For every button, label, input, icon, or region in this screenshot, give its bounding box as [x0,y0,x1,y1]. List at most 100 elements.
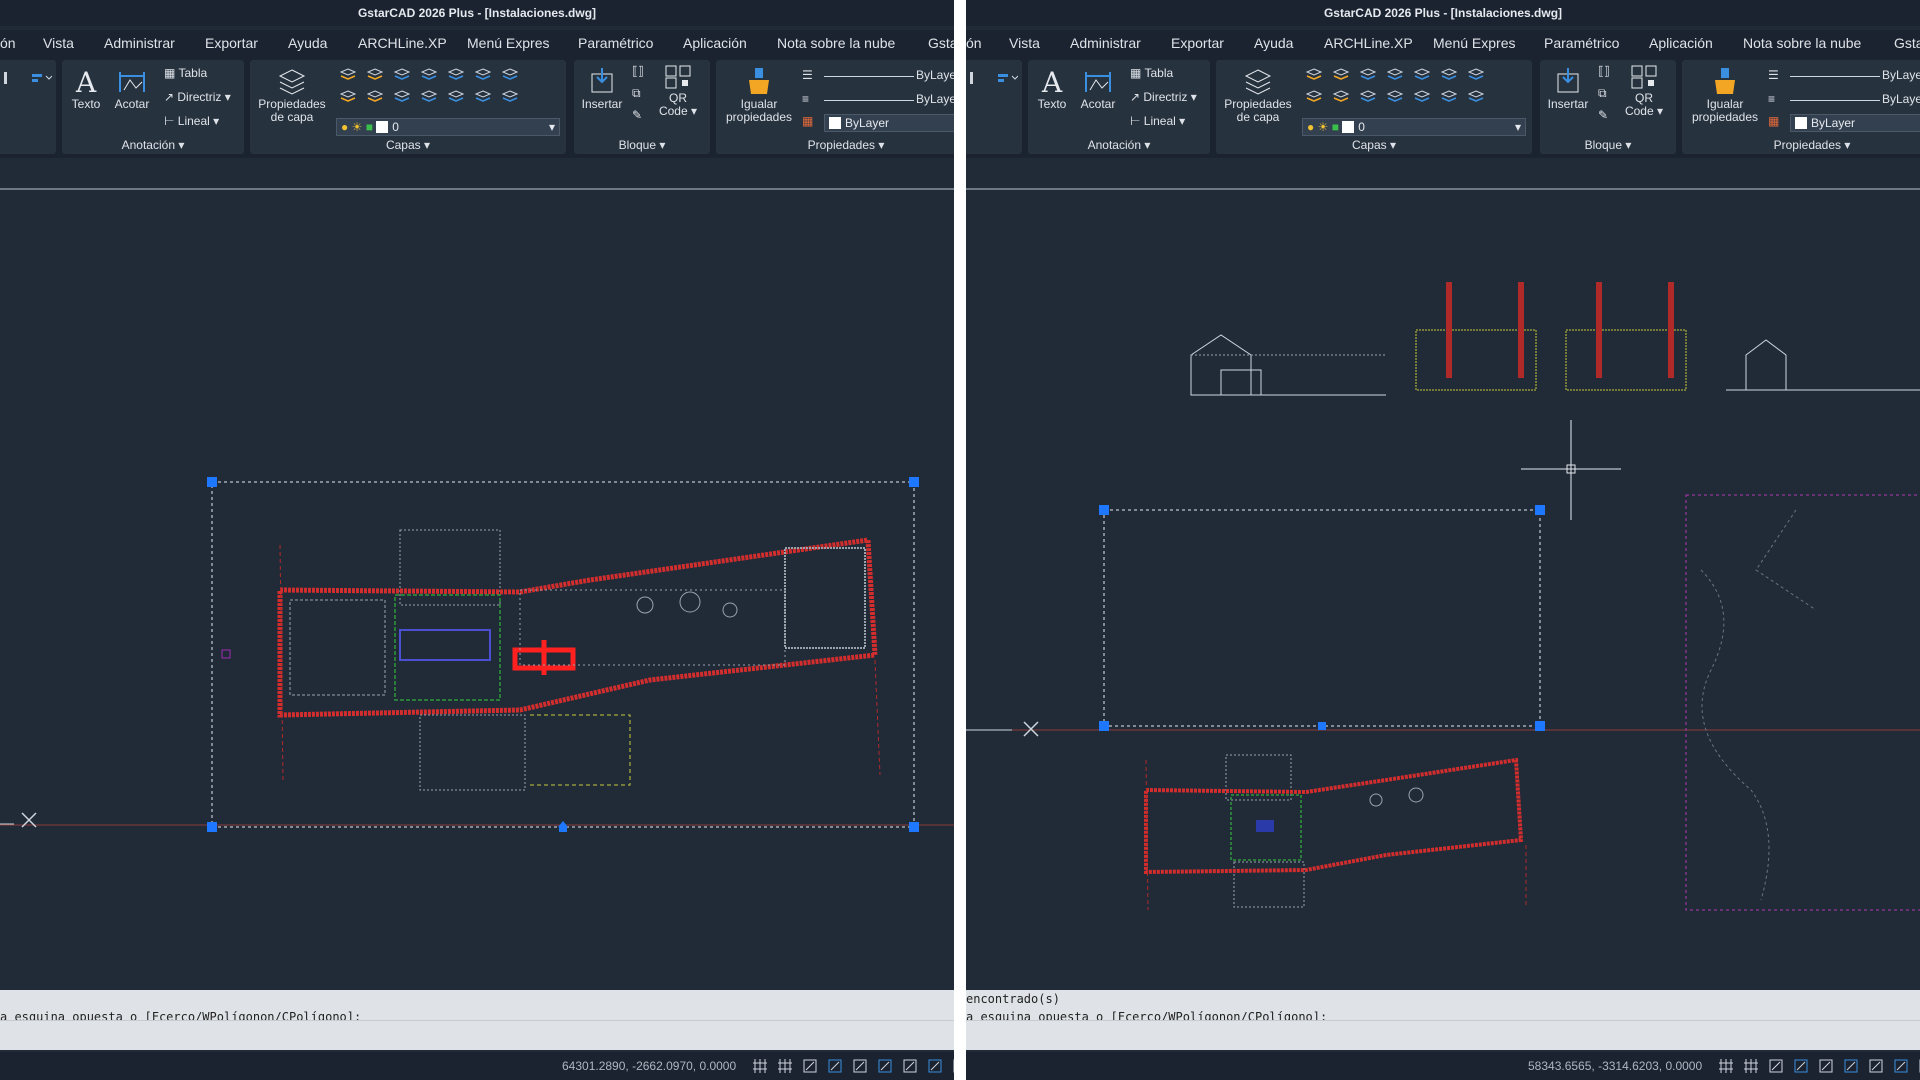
layer-tool-icon[interactable] [367,68,383,82]
texto-button[interactable]: A Texto [68,66,104,111]
layer-tool-icon[interactable] [340,90,356,104]
grip-top-right[interactable] [909,477,919,487]
directriz-button[interactable]: ↗ Directriz ▾ [164,90,231,104]
layer-tool-icon[interactable] [1306,90,1322,104]
propiedades-capa-button[interactable]: Propiedades de capa [1220,66,1296,124]
layer-tool-icon[interactable] [1468,90,1484,104]
grid-icon[interactable] [777,1058,793,1074]
grip-bottom-left[interactable] [1099,721,1109,731]
layer-tool-icon[interactable] [1468,68,1484,82]
linetype-icon[interactable]: ≡ [1768,92,1775,106]
layer-dropdown[interactable]: ● ☀ ■ 0 ▾ [1302,118,1526,136]
layer-tool-icon[interactable] [1441,90,1457,104]
block-edit-icon[interactable]: ⟦⟧ [1598,64,1610,78]
insertar-button[interactable]: Insertar [1544,66,1592,111]
snap-icon[interactable] [1768,1058,1784,1074]
menu-item-parametrico[interactable]: Paramétrico [1544,30,1619,56]
otrack-icon[interactable] [1868,1058,1884,1074]
grip-top-left[interactable] [207,477,217,487]
polar-icon[interactable] [1818,1058,1834,1074]
menu-item-ayuda[interactable]: Ayuda [1254,30,1293,56]
tabla-button[interactable]: ▦ Tabla [1130,66,1173,80]
menu-item-ayuda[interactable]: Ayuda [288,30,327,56]
menu-item-aplicacion[interactable]: Aplicación [683,30,747,56]
linetype-icon[interactable]: ≡ [802,92,809,106]
cad-drawing[interactable] [0,190,954,985]
menu-item-gstarcad[interactable]: Gsta [1894,30,1920,56]
menu-item-truncated[interactable]: ón [0,30,16,56]
lineal-button[interactable]: ⊢ Lineal ▾ [164,114,219,128]
block-create-icon[interactable]: ⧉ [1598,86,1607,101]
igualar-propiedades-button[interactable]: Igualar propiedades [720,66,798,124]
menu-item-archline[interactable]: ARCHLine.XP [1324,30,1413,56]
site-plan[interactable] [1144,754,1527,911]
qr-code-button[interactable]: QR Code ▾ [1622,64,1666,118]
qr-code-button[interactable]: QR Code ▾ [656,64,700,118]
color-palette-icon[interactable]: ▦ [802,114,813,128]
grip-bottom-mid[interactable] [558,821,568,827]
acotar-button[interactable]: Acotar [112,66,152,111]
layer-tool-icon[interactable] [475,68,491,82]
layer-tool-icon[interactable] [475,90,491,104]
layer-dropdown[interactable]: ● ☀ ■ 0 ▾ [336,118,560,136]
grip-bottom-left[interactable] [207,822,217,832]
menu-item-aplicacion[interactable]: Aplicación [1649,30,1713,56]
grid-icon[interactable] [1743,1058,1759,1074]
layer-tool-icon[interactable] [1360,68,1376,82]
linetype-value[interactable]: ByLayer [916,92,954,106]
grip-top-left[interactable] [1099,505,1109,515]
block-attribute-icon[interactable]: ✎ [632,108,642,122]
layer-tool-icon[interactable] [1333,90,1349,104]
align-icon[interactable] [2,70,52,86]
menu-item-menu-expres[interactable]: Menú Expres [1433,30,1515,56]
layer-tool-icon[interactable] [1333,68,1349,82]
panel-title-capas[interactable]: Capas ▾ [1216,138,1532,152]
panel-title-anotacion[interactable]: Anotación ▾ [62,138,244,152]
layer-tool-icon[interactable] [1414,90,1430,104]
directriz-button[interactable]: ↗ Directriz ▾ [1130,90,1197,104]
lineweight-icon[interactable]: ☰ [802,68,813,82]
layer-tool-icon[interactable] [367,90,383,104]
align-icon[interactable] [968,70,1018,86]
panel-title-bloque[interactable]: Bloque ▾ [574,138,710,152]
layer-tool-icon[interactable] [448,90,464,104]
grip-bottom-mid[interactable] [1318,722,1326,730]
ortho-icon[interactable] [827,1058,843,1074]
block-edit-icon[interactable]: ⟦⟧ [632,64,644,78]
block-attribute-icon[interactable]: ✎ [1598,108,1608,122]
layer-tool-icon[interactable] [502,68,518,82]
cad-drawing[interactable] [966,190,1920,985]
layer-tool-icon[interactable] [394,90,410,104]
lineal-button[interactable]: ⊢ Lineal ▾ [1130,114,1185,128]
menu-item-parametrico[interactable]: Paramétrico [578,30,653,56]
tabla-button[interactable]: ▦ Tabla [164,66,207,80]
lineweight-value[interactable]: ByLayer [1882,68,1920,82]
layer-tool-icon[interactable] [448,68,464,82]
menu-item-nota-nube[interactable]: Nota sobre la nube [1743,30,1861,56]
lineweight-icon[interactable]: ☰ [1768,68,1779,82]
panel-title-anotacion[interactable]: Anotación ▾ [1028,138,1210,152]
layer-tool-icon[interactable] [1306,68,1322,82]
layer-tool-icon[interactable] [1441,68,1457,82]
grip-top-right[interactable] [1535,505,1545,515]
layer-tool-icon[interactable] [502,90,518,104]
menu-item-exportar[interactable]: Exportar [205,30,258,56]
panel-title-propiedades[interactable]: Propiedades ▾ [1682,138,1920,152]
command-input[interactable] [0,1020,954,1038]
menu-item-administrar[interactable]: Administrar [1070,30,1141,56]
ortho-icon[interactable] [1793,1058,1809,1074]
panel-title-bloque[interactable]: Bloque ▾ [1540,138,1676,152]
site-plan[interactable] [221,529,881,791]
layer-tool-icon[interactable] [421,68,437,82]
drawing-canvas[interactable] [966,190,1920,985]
color-dropdown[interactable]: ByLayer [824,114,954,132]
drawing-canvas[interactable] [0,190,954,985]
dynamic-input-icon[interactable] [927,1058,943,1074]
layer-tool-icon[interactable] [1387,68,1403,82]
menu-item-truncated[interactable]: ón [966,30,982,56]
layer-tool-icon[interactable] [394,68,410,82]
menu-item-menu-expres[interactable]: Menú Expres [467,30,549,56]
linetype-value[interactable]: ByLayer [1882,92,1920,106]
panel-title-propiedades[interactable]: Propiedades ▾ [716,138,954,152]
layer-tool-icon[interactable] [1360,90,1376,104]
